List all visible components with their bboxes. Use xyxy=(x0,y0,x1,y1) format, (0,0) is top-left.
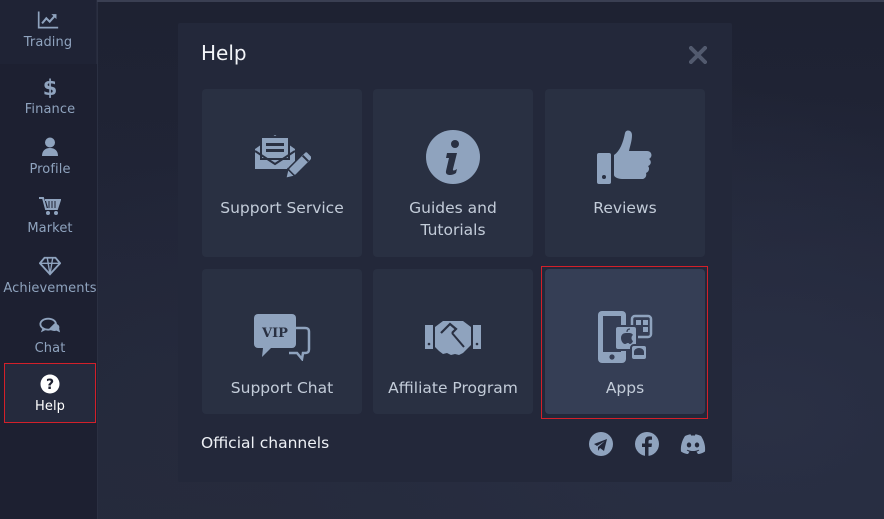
tile-apps[interactable]: Apps xyxy=(545,269,705,414)
sidebar-item-trading[interactable]: Trading xyxy=(0,0,97,64)
svg-text:VIP: VIP xyxy=(261,326,288,341)
sidebar-item-label: Finance xyxy=(24,101,76,117)
tile-affiliate-program[interactable]: Affiliate Program xyxy=(373,269,533,414)
tile-label: Reviews xyxy=(593,199,657,217)
sidebar: Trading $ Finance Profile Market Achieve… xyxy=(0,0,97,519)
discord-link[interactable] xyxy=(680,431,706,457)
tile-label: Guides and Tutorials xyxy=(409,199,497,239)
telegram-link[interactable] xyxy=(588,431,614,457)
tile-support-service[interactable]: Support Service xyxy=(202,89,362,257)
mobile-apps-icon xyxy=(593,307,657,367)
sidebar-item-label: Market xyxy=(27,220,73,236)
sidebar-item-label: Profile xyxy=(29,161,71,177)
sidebar-item-finance[interactable]: $ Finance xyxy=(4,66,96,126)
diamond-icon xyxy=(39,255,61,277)
close-button[interactable] xyxy=(686,43,710,67)
sidebar-item-label: Help xyxy=(34,398,66,414)
telegram-icon xyxy=(589,432,613,456)
question-circle-icon: ? xyxy=(39,373,61,395)
official-channels-label: Official channels xyxy=(201,434,330,452)
sidebar-item-label: Chat xyxy=(34,340,66,356)
sidebar-divider xyxy=(97,2,98,519)
user-icon xyxy=(39,136,61,158)
tile-label: Support Service xyxy=(220,199,344,217)
tile-support-chat[interactable]: VIP Support Chat xyxy=(202,269,362,414)
svg-text:$: $ xyxy=(43,76,58,98)
sidebar-item-chat[interactable]: Chat xyxy=(4,305,96,365)
sidebar-item-achievements[interactable]: Achievements xyxy=(3,245,97,305)
modal-title: Help xyxy=(201,41,247,65)
envelope-pencil-icon xyxy=(250,127,314,187)
tile-guides-tutorials[interactable]: Guides and Tutorials xyxy=(373,89,533,257)
chat-bubbles-icon xyxy=(39,315,61,337)
discord-icon xyxy=(680,434,706,454)
info-circle-icon xyxy=(421,127,485,187)
sidebar-item-label: Achievements xyxy=(3,280,97,296)
facebook-icon xyxy=(635,432,659,456)
tile-label: Support Chat xyxy=(230,379,334,397)
handshake-icon xyxy=(421,307,485,367)
vip-chat-icon: VIP xyxy=(250,307,314,367)
tile-reviews[interactable]: Reviews xyxy=(545,89,705,257)
help-modal: Help Support Service Guides and Tutorial… xyxy=(178,23,732,482)
thumbs-up-icon xyxy=(593,127,657,187)
dollar-icon: $ xyxy=(39,76,61,98)
sidebar-item-label: Trading xyxy=(23,34,73,50)
chart-line-icon xyxy=(37,9,59,31)
close-icon xyxy=(689,46,707,64)
tile-label: Affiliate Program xyxy=(388,379,518,397)
tile-label: Apps xyxy=(605,379,645,397)
facebook-link[interactable] xyxy=(634,431,660,457)
sidebar-item-help[interactable]: ? Help xyxy=(4,363,96,423)
sidebar-item-market[interactable]: Market xyxy=(4,185,96,245)
top-divider xyxy=(88,0,884,2)
sidebar-item-profile[interactable]: Profile xyxy=(4,126,96,186)
svg-text:?: ? xyxy=(46,377,54,393)
cart-icon xyxy=(39,195,61,217)
